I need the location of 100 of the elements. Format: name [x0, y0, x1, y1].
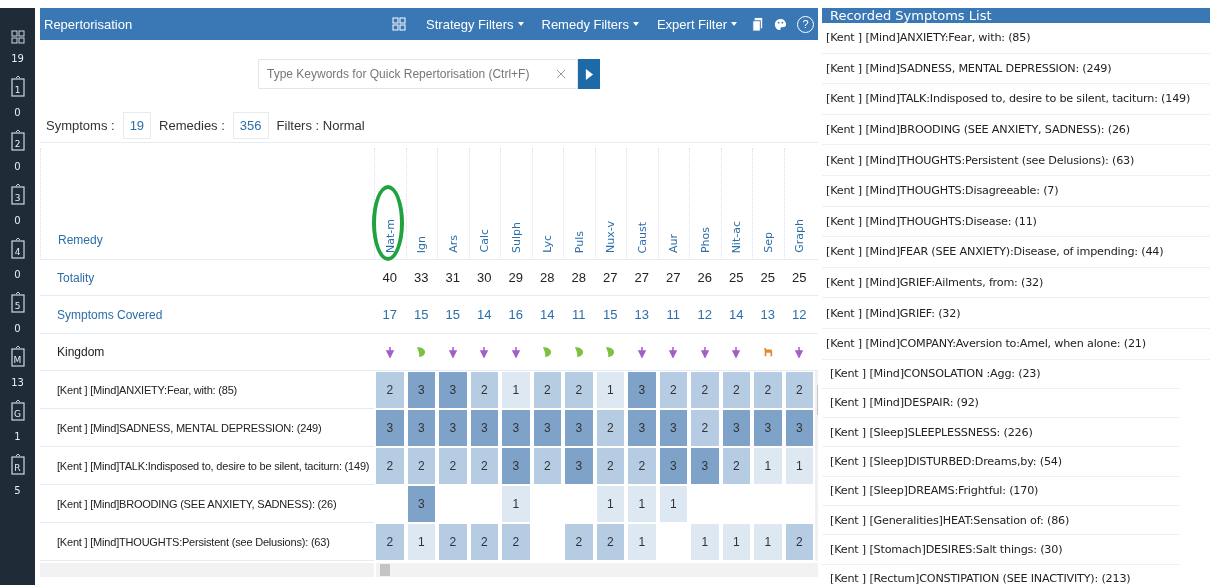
- clear-icon[interactable]: [556, 69, 566, 79]
- menu-button[interactable]: Remedy Filters: [537, 16, 643, 32]
- symptom-label[interactable]: [Kent ] [Mind]SADNESS, MENTAL DEPRESSION: (249): [40, 409, 374, 447]
- grade-cell[interactable]: 2: [785, 524, 813, 560]
- symptom-label[interactable]: [Kent ] [Mind]BROODING (SEE ANXIETY, SADNESS): (26): [40, 485, 374, 523]
- grade-cell[interactable]: 3: [628, 410, 656, 446]
- remedy-name[interactable]: Aur: [667, 233, 681, 253]
- symptom-label[interactable]: [Kent ] [Mind]THOUGHTS:Persistent (see Delusions): (63): [40, 523, 374, 561]
- symptom-item[interactable]: [Kent ] [Sleep]DISTURBED:Dreams,by: (54): [822, 447, 1180, 477]
- grade-cell[interactable]: 2: [691, 410, 719, 446]
- grade-cell[interactable]: 3: [502, 410, 530, 446]
- grade-cell[interactable]: 3: [785, 410, 813, 446]
- symptom-item[interactable]: [Kent ] [Mind]CONSOLATION :Agg: (23): [822, 359, 1180, 389]
- symptom-item[interactable]: [Kent ] [Stomach]DESIRES:Salt things: (30): [822, 535, 1180, 565]
- remedy-name[interactable]: Caust: [635, 221, 649, 253]
- symptom-item[interactable]: [Kent ] [Mind]DESPAIR: (92): [822, 388, 1180, 419]
- symptom-item[interactable]: [Kent ] [Mind]SADNESS, MENTAL DEPRESSION: (249): [822, 53, 1210, 85]
- grade-cell[interactable]: 1: [722, 524, 750, 560]
- grade-cell[interactable]: 3: [659, 448, 687, 484]
- grid-icon[interactable]: [392, 17, 407, 31]
- grade-cell[interactable]: 2: [565, 372, 593, 408]
- grade-cell[interactable]: 2: [691, 372, 719, 408]
- symptom-label[interactable]: [Kent ] [Mind]ANXIETY:Fear, with: (85): [40, 371, 374, 409]
- grade-cell[interactable]: 2: [659, 372, 687, 408]
- remedy-name[interactable]: Nit-ac: [730, 220, 744, 253]
- grade-cell[interactable]: 2: [628, 448, 656, 484]
- grade-cell[interactable]: 2: [376, 372, 404, 408]
- grade-cell[interactable]: 2: [754, 372, 782, 408]
- symptom-item[interactable]: [Kent ] [Generalities]HEAT:Sensation of: (86): [822, 506, 1180, 536]
- grade-cell[interactable]: 3: [565, 410, 593, 446]
- remedy-name[interactable]: Sep: [761, 232, 775, 253]
- symptom-label[interactable]: [Kent ] [Mind]TALK:Indisposed to, desire to be silent, taciturn: (149): [40, 447, 374, 485]
- grade-cell[interactable]: 3: [502, 448, 530, 484]
- grade-cell[interactable]: 2: [470, 524, 498, 560]
- grade-cell[interactable]: 3: [407, 486, 435, 522]
- remedy-name[interactable]: Sulph: [509, 222, 523, 253]
- grade-cell[interactable]: 2: [439, 448, 467, 484]
- symptom-item[interactable]: [Kent ] [Mind]ANXIETY:Fear, with: (85): [822, 23, 1210, 54]
- sidebar-tab[interactable]: R: [9, 452, 26, 476]
- grade-cell[interactable]: 1: [407, 524, 435, 560]
- grade-cell[interactable]: 3: [439, 372, 467, 408]
- grade-cell[interactable]: 1: [754, 448, 782, 484]
- symptom-item[interactable]: [Kent ] [Mind]THOUGHTS:Disease: (11): [822, 206, 1210, 238]
- symptom-item[interactable]: [Kent ] [Mind]GRIEF: (32): [822, 298, 1210, 329]
- grade-cell[interactable]: 2: [596, 524, 624, 560]
- symptom-item[interactable]: [Kent ] [Mind]BROODING (SEE ANXIETY, SADNESS): (26): [822, 114, 1210, 146]
- sidebar-tab[interactable]: M: [9, 344, 26, 368]
- grade-cell[interactable]: 3: [407, 372, 435, 408]
- sidebar-tab[interactable]: 1: [9, 74, 26, 98]
- grade-cell[interactable]: 3: [722, 410, 750, 446]
- remedy-name[interactable]: Ign: [415, 235, 429, 253]
- symptom-item[interactable]: [Kent ] [Mind]TALK:Indisposed to, desire to be silent, taciturn: (149): [822, 84, 1210, 115]
- grade-cell[interactable]: 2: [439, 524, 467, 560]
- row-label[interactable]: Symptoms Covered: [40, 296, 374, 334]
- remedy-name[interactable]: Puls: [572, 230, 586, 253]
- grade-cell[interactable]: 1: [502, 486, 530, 522]
- grade-cell[interactable]: 3: [628, 372, 656, 408]
- symptom-item[interactable]: [Kent ] [Mind]GRIEF:Ailments, from: (32): [822, 267, 1210, 299]
- grade-cell[interactable]: 3: [533, 410, 561, 446]
- grade-cell[interactable]: 1: [596, 372, 624, 408]
- symptom-item[interactable]: [Kent ] [Mind]THOUGHTS:Disagreeable: (7): [822, 175, 1210, 207]
- sidebar-tab[interactable]: 4: [9, 236, 26, 260]
- symptom-item[interactable]: [Kent ] [Mind]FEAR (SEE ANXIETY):Disease, of impending: (44): [822, 237, 1210, 268]
- grade-cell[interactable]: 1: [628, 486, 656, 522]
- menu-button[interactable]: Strategy Filters: [422, 16, 528, 32]
- grade-cell[interactable]: 2: [596, 410, 624, 446]
- grade-cell[interactable]: 3: [407, 410, 435, 446]
- go-button[interactable]: [578, 59, 600, 89]
- grade-cell[interactable]: 2: [502, 524, 530, 560]
- grade-cell[interactable]: 3: [659, 410, 687, 446]
- remedy-name[interactable]: Lyc: [541, 235, 555, 253]
- grade-cell[interactable]: 1: [754, 524, 782, 560]
- grade-cell[interactable]: 3: [565, 448, 593, 484]
- grade-cell[interactable]: 1: [502, 372, 530, 408]
- remedy-name[interactable]: Graph: [793, 219, 807, 253]
- grade-cell[interactable]: 2: [376, 524, 404, 560]
- grade-cell[interactable]: 3: [376, 410, 404, 446]
- remedy-name[interactable]: Calc: [478, 229, 492, 253]
- grade-cell[interactable]: 1: [628, 524, 656, 560]
- sidebar-tab[interactable]: G: [9, 398, 26, 422]
- sidebar-tab[interactable]: 2: [9, 128, 26, 152]
- remedy-name[interactable]: Nat-m: [383, 219, 397, 253]
- grade-cell[interactable]: 3: [439, 410, 467, 446]
- grade-cell[interactable]: 2: [533, 372, 561, 408]
- sidebar-tab[interactable]: 5: [9, 290, 26, 314]
- grid-icon[interactable]: [10, 30, 25, 44]
- symptom-item[interactable]: [Kent ] [Rectum]CONSTIPATION (SEE INACTIVITY): (213): [822, 564, 1180, 585]
- grade-cell[interactable]: 2: [722, 372, 750, 408]
- sidebar-tab[interactable]: 3: [9, 182, 26, 206]
- grade-cell[interactable]: 3: [754, 410, 782, 446]
- grade-cell[interactable]: 2: [470, 372, 498, 408]
- grade-cell[interactable]: 3: [691, 448, 719, 484]
- scrollbar[interactable]: [376, 563, 818, 577]
- grade-cell[interactable]: 2: [407, 448, 435, 484]
- grade-cell[interactable]: 2: [376, 448, 404, 484]
- symptom-item[interactable]: [Kent ] [Mind]THOUGHTS:Persistent (see Delusions): (63): [822, 145, 1210, 176]
- grade-cell[interactable]: 1: [691, 524, 719, 560]
- grade-cell[interactable]: 1: [596, 486, 624, 522]
- copy-icon[interactable]: [751, 16, 764, 32]
- grade-cell[interactable]: 2: [533, 448, 561, 484]
